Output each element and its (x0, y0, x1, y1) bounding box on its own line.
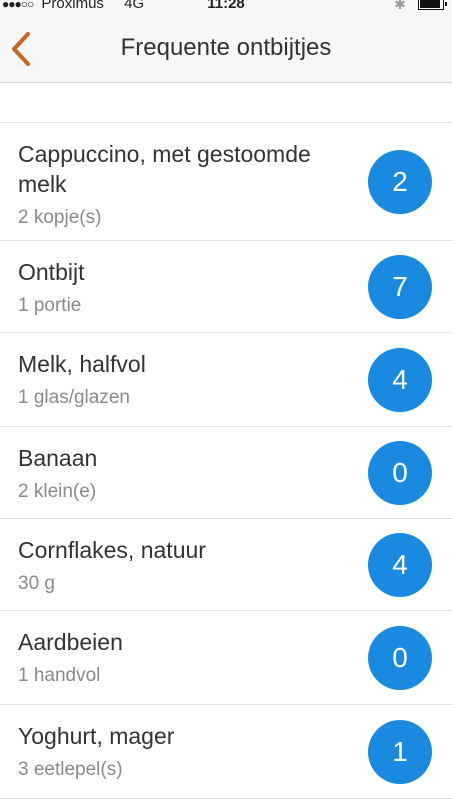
count-badge[interactable]: 7 (368, 254, 432, 319)
count-badge[interactable]: 4 (368, 532, 432, 597)
breakfast-list: Cappuccino, met gestoomde melk 2 kopje(s)… (0, 122, 452, 799)
item-portion: 2 kopje(s) (18, 207, 102, 228)
item-name: Melk, halfvol (18, 351, 146, 377)
list-item[interactable]: Melk, halfvol 1 glas/glazen 4 (0, 333, 452, 427)
item-name: Ontbijt (18, 259, 85, 285)
item-portion: 2 klein(e) (18, 481, 97, 502)
list-item[interactable]: Cornflakes, natuur 30 g 4 (0, 519, 452, 611)
count-badge[interactable]: 0 (368, 625, 432, 690)
status-time: 11:28 (207, 0, 245, 12)
battery-icon (418, 0, 447, 11)
bluetooth-icon: ✱ (394, 0, 406, 12)
count-badge[interactable]: 2 (368, 149, 432, 214)
item-portion: 1 portie (18, 295, 82, 316)
list-item[interactable]: Ontbijt 1 portie 7 (0, 241, 452, 333)
item-portion: 30 g (18, 573, 55, 594)
item-name: Banaan (18, 445, 98, 471)
item-portion: 1 handvol (18, 665, 101, 686)
item-name: Yoghurt, mager (18, 723, 175, 749)
list-item[interactable]: Aardbeien 1 handvol 0 (0, 611, 452, 705)
status-bar: ●●●○○ Proximus 4G 11:28 ✱ (0, 0, 452, 16)
count-badge[interactable]: 4 (368, 347, 432, 412)
item-name: Cappuccino, met gestoomde melk (18, 141, 311, 197)
list-item[interactable]: Yoghurt, mager 3 eetlepel(s) 1 (0, 705, 452, 799)
list-item[interactable]: Banaan 2 klein(e) 0 (0, 427, 452, 519)
navigation-bar: Frequente ontbijtjes (0, 16, 452, 83)
count-badge[interactable]: 0 (368, 440, 432, 505)
item-name: Cornflakes, natuur (18, 537, 206, 563)
item-portion: 1 glas/glazen (18, 387, 130, 408)
page-title: Frequente ontbijtjes (120, 34, 332, 61)
item-name: Aardbeien (18, 629, 123, 655)
screen: ●●●○○ Proximus 4G 11:28 ✱ Frequente ontb… (0, 0, 452, 800)
list-item[interactable]: Cappuccino, met gestoomde melk 2 kopje(s)… (0, 123, 452, 241)
status-right: ✱ (394, 0, 447, 13)
count-badge[interactable]: 1 (368, 719, 432, 784)
item-portion: 3 eetlepel(s) (18, 759, 123, 780)
